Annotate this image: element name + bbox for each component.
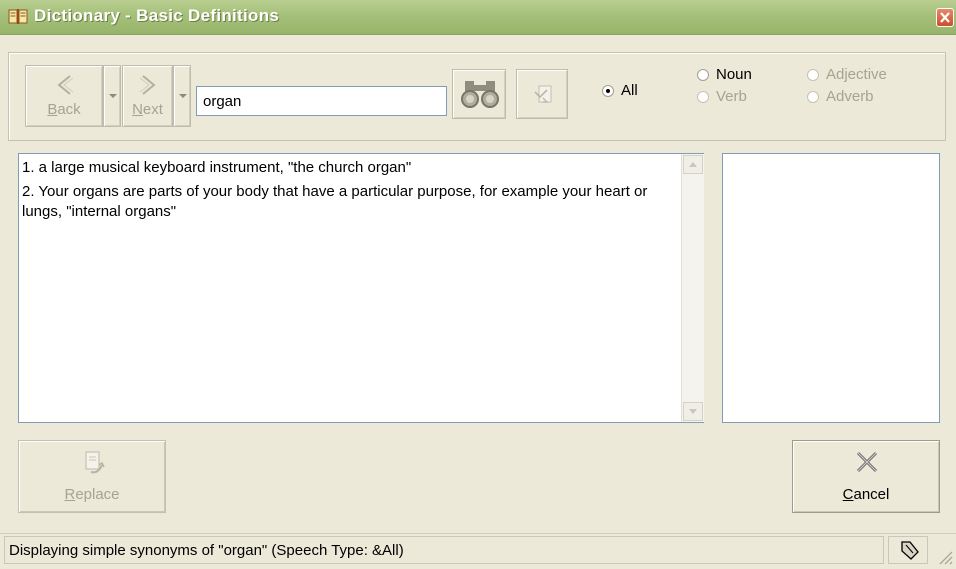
radio-noun-button <box>697 69 709 81</box>
replace-label: Replace <box>64 486 120 503</box>
radio-adjective-button <box>807 69 819 81</box>
radio-adjective-label: Adjective <box>826 66 887 83</box>
back-arrow-icon <box>54 74 76 100</box>
definition-item: 1. a large musical keyboard instrument, … <box>22 159 412 176</box>
replace-icon <box>82 450 106 480</box>
radio-adverb-label: Adverb <box>826 88 874 105</box>
radio-verb-button <box>697 91 709 103</box>
close-button[interactable] <box>936 8 954 27</box>
back-button[interactable]: Back <box>25 65 103 127</box>
lookup-icon <box>532 84 554 110</box>
back-history-dropdown[interactable] <box>103 65 121 127</box>
back-label: Back <box>47 101 81 118</box>
definitions-scrollbar[interactable] <box>681 154 704 422</box>
next-button[interactable]: Next <box>122 65 173 127</box>
window-title: Dictionary - Basic Definitions <box>34 6 280 25</box>
next-arrow-icon <box>137 74 159 100</box>
radio-verb-label: Verb <box>716 88 747 105</box>
cancel-label: Cancel <box>842 486 890 503</box>
scroll-down-button[interactable] <box>683 402 703 421</box>
next-history-dropdown[interactable] <box>173 65 191 127</box>
lookup-button[interactable] <box>516 69 568 119</box>
status-text: Displaying simple synonyms of "organ" (S… <box>4 536 884 564</box>
radio-noun-label: Noun <box>716 66 752 83</box>
pin-icon <box>898 540 920 565</box>
radio-adverb-button <box>807 91 819 103</box>
synonyms-list[interactable] <box>722 153 940 423</box>
definitions-list[interactable]: 1. a large musical keyboard instrument, … <box>18 153 704 423</box>
dictionary-window: Dictionary - Basic Definitions Back Next… <box>0 0 956 567</box>
binoculars-icon <box>461 79 499 113</box>
replace-button[interactable]: Replace <box>18 440 166 513</box>
search-input[interactable] <box>196 86 447 116</box>
status-bar: Displaying simple synonyms of "organ" (S… <box>0 533 956 568</box>
scroll-up-button[interactable] <box>683 155 703 174</box>
next-label: Next <box>132 101 163 118</box>
cancel-x-icon <box>854 449 880 479</box>
definition-item: 2. Your organs are parts of your body th… <box>22 183 648 220</box>
cancel-button[interactable]: Cancel <box>792 440 940 513</box>
book-icon <box>8 8 28 25</box>
radio-all-label: All <box>621 82 638 99</box>
resize-grip-icon[interactable] <box>936 548 954 566</box>
definitions-text: 1. a large musical keyboard instrument, … <box>22 158 678 226</box>
pin-button[interactable] <box>888 536 928 564</box>
title-bar[interactable]: Dictionary - Basic Definitions <box>0 0 956 35</box>
radio-all-button <box>602 85 614 97</box>
search-button[interactable] <box>452 69 506 119</box>
